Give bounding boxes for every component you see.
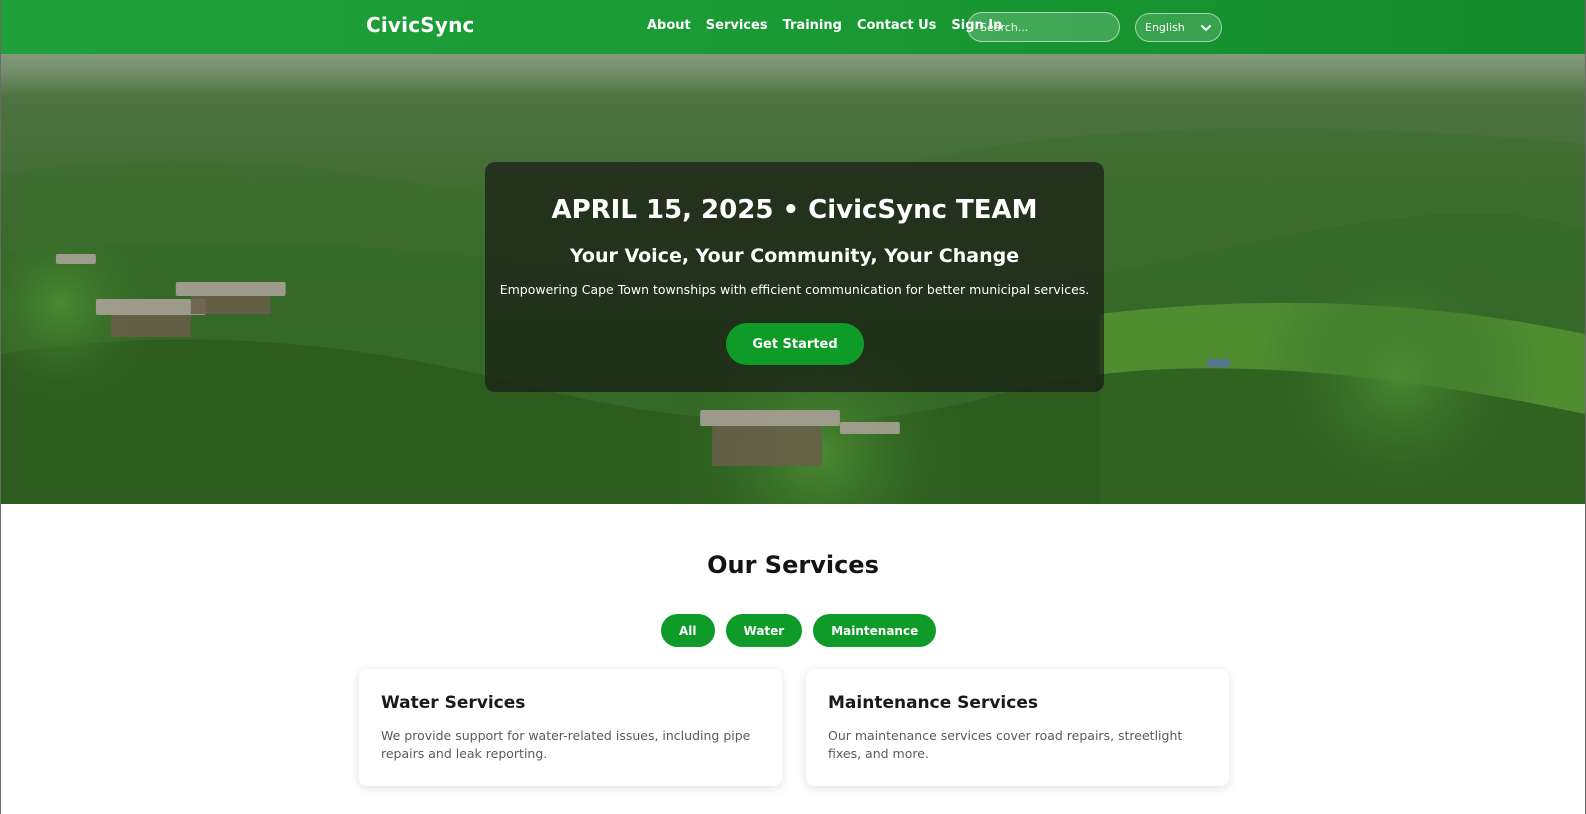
nav-link-services[interactable]: Services [706, 18, 768, 33]
nav-link-training[interactable]: Training [783, 18, 842, 33]
get-started-button[interactable]: Get Started [726, 323, 864, 365]
hero-carousel: APRIL 15, 2025 • CivicSync TEAM Your Voi… [1, 54, 1585, 504]
chevron-down-icon [1201, 24, 1211, 31]
filter-maintenance-button[interactable]: Maintenance [813, 614, 937, 647]
services-title: Our Services [707, 551, 879, 579]
navbar: CivicSync About Services Training Contac… [1, 0, 1585, 54]
nav-links: About Services Training Contact Us Sign … [647, 18, 1002, 33]
service-card-text: Our maintenance services cover road repa… [828, 728, 1183, 761]
service-card-text: We provide support for water-related iss… [381, 728, 751, 761]
hero-title: APRIL 15, 2025 • CivicSync TEAM [551, 195, 1038, 225]
search-input[interactable] [967, 12, 1120, 42]
service-card-water[interactable]: Water Services We provide support for wa… [359, 669, 782, 786]
service-card-maintenance[interactable]: Maintenance Services Our maintenance ser… [806, 669, 1229, 786]
service-card-title: Water Services [381, 693, 526, 713]
brand-logo[interactable]: CivicSync [366, 13, 475, 37]
hero-subtitle: Your Voice, Your Community, Your Change [569, 245, 1020, 267]
service-card-title: Maintenance Services [828, 693, 1038, 713]
service-filters: All Water Maintenance [661, 614, 937, 647]
nav-link-about[interactable]: About [647, 18, 691, 33]
hero-description: Empowering Cape Town townships with effi… [499, 282, 1090, 297]
language-select[interactable]: English [1135, 13, 1222, 42]
language-value: English [1145, 21, 1185, 34]
hero-overlay-card: APRIL 15, 2025 • CivicSync TEAM Your Voi… [485, 162, 1104, 392]
nav-link-contact-us[interactable]: Contact Us [857, 18, 936, 33]
filter-water-button[interactable]: Water [725, 614, 803, 647]
filter-all-button[interactable]: All [661, 614, 715, 647]
